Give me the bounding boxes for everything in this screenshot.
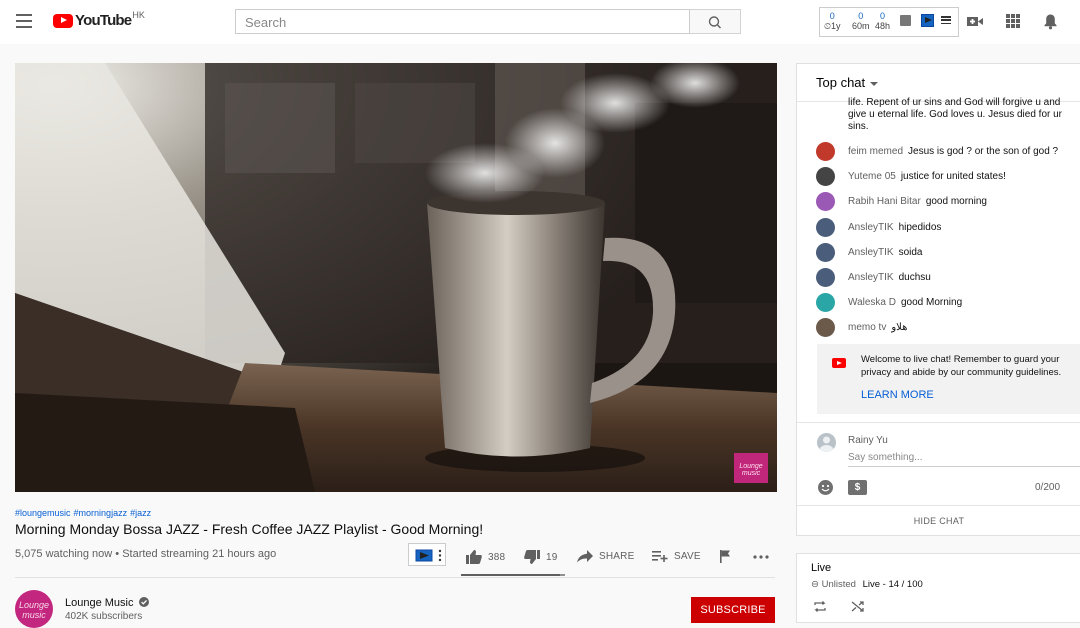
extension-play-icon	[415, 549, 442, 562]
super-chat-dollar-icon[interactable]: $	[848, 480, 867, 495]
stat-48h: 0 48h	[875, 11, 891, 31]
youtube-play-icon	[53, 13, 73, 28]
chat-message: AnsleyTIK hipedidos	[816, 217, 941, 237]
youtube-logo[interactable]: YouTube HK	[53, 9, 145, 29]
input-underline	[848, 466, 1080, 467]
chat-message: AnsleyTIK duchsu	[816, 267, 931, 287]
chat-message-text: life. Repent of ur sins and God will for…	[848, 97, 1063, 132]
chat-message: AnsleyTIK soida	[816, 242, 922, 262]
like-dislike-ratio-bar	[461, 574, 565, 576]
dropdown-caret-icon	[870, 81, 879, 86]
logo-text: YouTube	[75, 12, 132, 29]
chat-avatar[interactable]	[816, 191, 835, 211]
user-avatar	[817, 433, 836, 452]
video-player[interactable]: Lounge music	[15, 63, 777, 492]
chat-avatar[interactable]	[816, 166, 835, 186]
subscriber-count: 402K subscribers	[65, 611, 143, 622]
video-meta: 5,075 watching now • Started streaming 2…	[15, 548, 277, 560]
dislike-button[interactable]: 19	[524, 550, 558, 564]
shuffle-icon[interactable]	[851, 600, 865, 613]
chat-message: Rabih Hani Bitar good morning	[816, 191, 987, 211]
channel-watermark[interactable]: Lounge music	[734, 453, 768, 483]
emoji-icon[interactable]	[818, 480, 833, 495]
extension-play-icon[interactable]	[921, 14, 934, 27]
stats-extension-widget[interactable]: 0 ⏲1y 0 60m 0 48h	[819, 7, 959, 37]
like-button[interactable]: 388	[466, 550, 505, 564]
unlisted-badge: ⊖ Unlisted	[811, 579, 856, 590]
list-menu-icon[interactable]	[941, 16, 951, 24]
hide-chat-button[interactable]: HIDE CHAT	[797, 516, 1080, 526]
youtube-logo-icon	[832, 358, 846, 368]
chat-message: Yuteme 05 justice for united states!	[816, 166, 1006, 186]
default-avatar-icon	[819, 436, 834, 452]
chat-avatar[interactable]	[816, 242, 835, 262]
playlist-position: Live - 14 / 100	[862, 579, 923, 590]
search-button[interactable]	[690, 9, 741, 34]
divider	[797, 422, 1080, 423]
stat-60m: 0 60m	[852, 11, 870, 31]
subscribe-button[interactable]: SUBSCRIBE	[691, 597, 775, 623]
welcome-text: Welcome to live chat! Remember to guard …	[861, 354, 1062, 378]
channel-avatar[interactable]: Lounge music	[15, 590, 53, 628]
notifications-bell-icon[interactable]	[1043, 13, 1058, 30]
video-frame-coffee-scene	[15, 63, 777, 492]
learn-more-link[interactable]: LEARN MORE	[861, 389, 934, 401]
divider	[15, 577, 775, 578]
channel-name[interactable]: Lounge Music	[65, 597, 149, 609]
hashtag-link[interactable]: #jazz	[130, 508, 151, 518]
verified-check-icon	[138, 597, 149, 607]
extension-button[interactable]	[408, 543, 446, 566]
chat-avatar[interactable]	[816, 217, 835, 237]
chat-message: feim memed Jesus is god ? or the son of g…	[816, 141, 1058, 161]
thumbs-down-icon	[524, 550, 540, 564]
chat-avatar[interactable]	[816, 141, 835, 161]
chat-avatar[interactable]	[816, 317, 835, 337]
live-chat-panel: Top chat life. Repent of ur sins and God…	[796, 63, 1080, 536]
loop-icon[interactable]	[813, 600, 827, 613]
playlist-add-icon	[652, 551, 668, 562]
search-icon	[708, 16, 721, 29]
clock-icon-label: ⏲1y	[824, 21, 841, 31]
hashtag-link[interactable]: #morningjazz	[74, 508, 128, 518]
create-video-icon[interactable]	[966, 13, 984, 29]
more-options-icon[interactable]	[753, 555, 769, 559]
current-user-name: Rainy Yu	[848, 435, 888, 446]
playlist-panel: Live ⊖ Unlisted Live - 14 / 100	[796, 553, 1080, 623]
hashtag-link[interactable]: #loungemusic	[15, 508, 71, 518]
save-button[interactable]: SAVE	[652, 550, 701, 562]
divider	[797, 505, 1080, 506]
char-counter: 0/200	[1035, 482, 1061, 493]
dislike-count: 19	[546, 551, 558, 563]
like-count: 388	[488, 551, 506, 563]
share-arrow-icon	[577, 550, 593, 563]
video-title: Morning Monday Bossa JAZZ - Fresh Coffee…	[15, 521, 484, 537]
hamburger-menu-icon[interactable]	[16, 14, 32, 28]
logo-region: HK	[132, 9, 145, 20]
chat-message-input[interactable]: Say something...	[848, 452, 922, 463]
chat-avatar[interactable]	[816, 292, 835, 312]
like-ratio-fill	[461, 574, 561, 576]
playlist-meta: ⊖ Unlisted Live - 14 / 100	[811, 579, 923, 590]
chat-message: Waleska Dgood Morning	[816, 292, 962, 312]
chat-avatar[interactable]	[816, 267, 835, 287]
report-flag-icon[interactable]	[719, 549, 731, 563]
stat-1y: 0 ⏲1y	[824, 11, 841, 31]
chat-message: memo tv هلاو	[816, 317, 907, 337]
search-input[interactable]: Search	[235, 9, 690, 34]
top-bar: YouTube HK Search 0 ⏲1y 0 60m 0 48h	[0, 0, 1080, 44]
playlist-title[interactable]: Live	[811, 562, 831, 574]
chat-welcome-banner: Welcome to live chat! Remember to guard …	[817, 344, 1080, 414]
thumbs-up-icon	[466, 550, 482, 564]
bar-graph-icon[interactable]	[900, 15, 911, 26]
apps-grid-icon[interactable]	[1005, 13, 1021, 29]
share-button[interactable]: SHARE	[577, 550, 634, 563]
hashtags: #loungemusic #morningjazz #jazz	[15, 508, 154, 518]
